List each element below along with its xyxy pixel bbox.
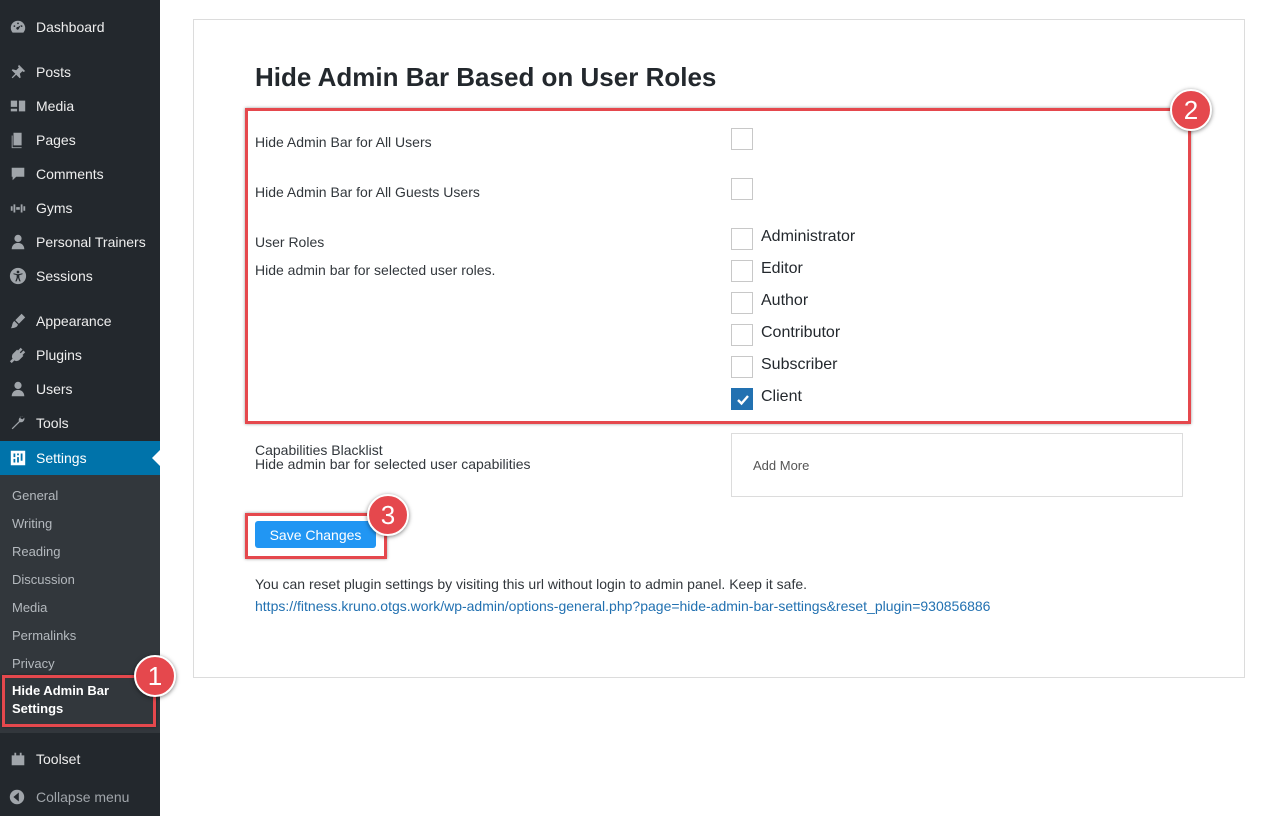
menu-label: Gyms: [36, 200, 73, 216]
person-icon: [8, 232, 28, 252]
menu-label: Posts: [36, 64, 72, 80]
menu-appearance[interactable]: Appearance: [0, 306, 160, 336]
active-arrow: [152, 450, 160, 466]
capabilities-input[interactable]: Add More: [731, 433, 1183, 497]
submenu-discussion[interactable]: Discussion: [12, 572, 75, 587]
plugin-icon: [8, 345, 28, 365]
menu-label: Sessions: [36, 268, 93, 284]
menu-label: Plugins: [36, 347, 82, 363]
pages-icon: [8, 130, 28, 150]
submenu-reading[interactable]: Reading: [12, 544, 60, 559]
collapse-icon: [8, 788, 26, 806]
annotation-box-1: [2, 675, 156, 727]
menu-label: Pages: [36, 132, 76, 148]
annotation-badge-2: 2: [1170, 89, 1212, 131]
gym-icon: [8, 198, 28, 218]
menu-gyms[interactable]: Gyms: [0, 193, 160, 223]
annotation-badge-1: 1: [134, 655, 176, 697]
annotation-box-3: [245, 513, 387, 559]
capabilities-description: Hide admin bar for selected user capabil…: [255, 456, 531, 472]
menu-pages[interactable]: Pages: [0, 125, 160, 155]
reset-url-link[interactable]: https://fitness.kruno.otgs.work/wp-admin…: [255, 598, 990, 614]
menu-posts[interactable]: Posts: [0, 57, 160, 87]
menu-label: Settings: [36, 450, 87, 466]
collapse-label: Collapse menu: [36, 789, 130, 805]
menu-label: Users: [36, 381, 73, 397]
menu-plugins[interactable]: Plugins: [0, 340, 160, 370]
user-icon: [8, 379, 28, 399]
toolset-icon: [8, 749, 28, 769]
menu-users[interactable]: Users: [0, 374, 160, 404]
menu-label: Personal Trainers: [36, 234, 146, 250]
submenu-media[interactable]: Media: [12, 600, 47, 615]
wrench-icon: [8, 413, 28, 433]
submenu-general[interactable]: General: [12, 488, 58, 503]
dashboard-icon: [8, 17, 28, 37]
universal-access-icon: [8, 266, 28, 286]
brush-icon: [8, 311, 28, 331]
menu-sessions[interactable]: Sessions: [0, 261, 160, 291]
add-more-placeholder: Add More: [753, 458, 810, 473]
menu-media[interactable]: Media: [0, 91, 160, 121]
submenu-writing[interactable]: Writing: [12, 516, 52, 531]
comment-icon: [8, 164, 28, 184]
annotation-badge-3: 3: [367, 494, 409, 536]
menu-label: Dashboard: [36, 19, 105, 35]
reset-note: You can reset plugin settings by visitin…: [255, 576, 808, 592]
settings-icon: [8, 448, 28, 468]
pin-icon: [8, 62, 28, 82]
collapse-menu-button[interactable]: Collapse menu: [0, 784, 160, 810]
annotation-box-2: [245, 108, 1191, 424]
menu-label: Appearance: [36, 313, 112, 329]
page-title: Hide Admin Bar Based on User Roles: [255, 62, 717, 92]
menu-tools[interactable]: Tools: [0, 408, 160, 438]
menu-dashboard[interactable]: Dashboard: [0, 12, 160, 42]
media-icon: [8, 96, 28, 116]
submenu-privacy[interactable]: Privacy: [12, 656, 55, 671]
menu-comments[interactable]: Comments: [0, 159, 160, 189]
menu-label: Toolset: [36, 751, 81, 767]
menu-toolset[interactable]: Toolset: [0, 744, 160, 774]
menu-label: Media: [36, 98, 75, 114]
menu-label: Tools: [36, 415, 69, 431]
menu-personal-trainers[interactable]: Personal Trainers: [0, 227, 160, 257]
menu-settings[interactable]: Settings: [0, 441, 160, 475]
submenu-permalinks[interactable]: Permalinks: [12, 628, 76, 643]
menu-label: Comments: [36, 166, 104, 182]
